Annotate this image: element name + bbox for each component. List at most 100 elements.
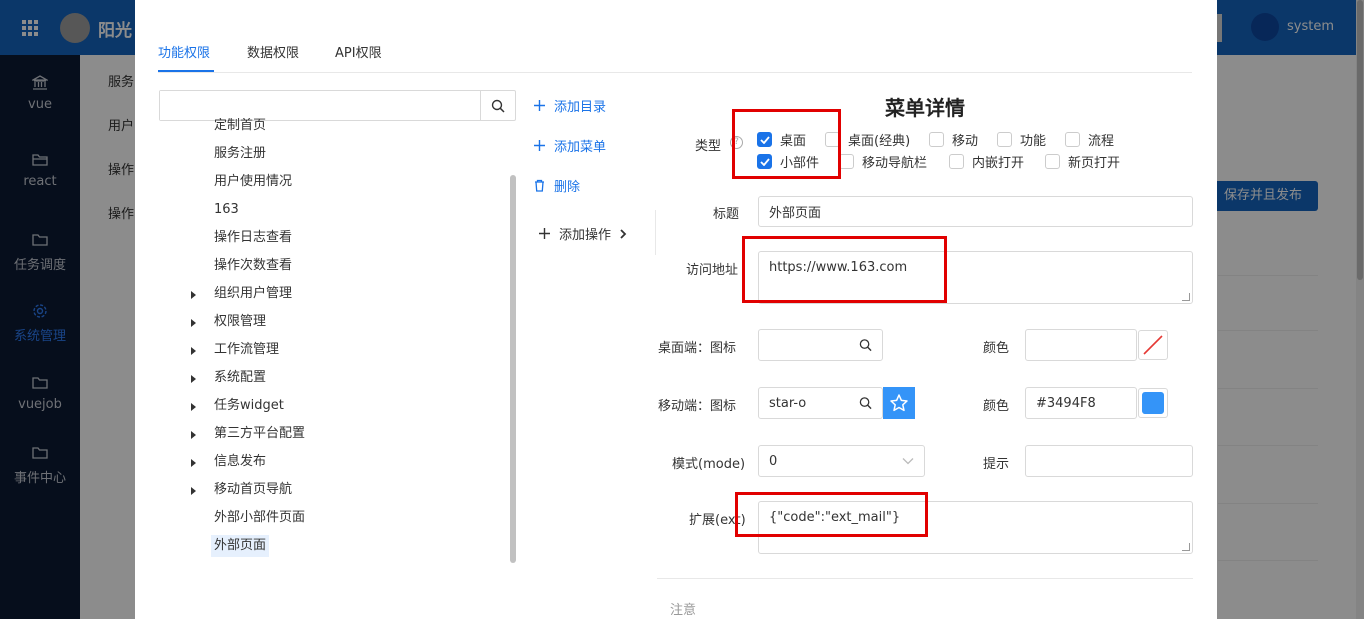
add-menu-label: 添加菜单 [554,140,607,155]
tree-item-selected[interactable]: 外部页面 [159,535,499,557]
plus-icon [534,140,545,151]
checkbox[interactable] [839,154,854,169]
tab-data-permissions[interactable]: 数据权限 [247,42,299,61]
checkbox-label: 移动 [952,134,979,149]
search-icon [491,99,505,113]
url-label: 访问地址 [686,263,739,278]
expand-arrow-icon[interactable] [191,431,196,439]
resize-handle[interactable] [1182,543,1190,551]
tree-item[interactable]: 任务widget [159,395,499,417]
mobile-icon-value: star-o [769,395,807,411]
title-input-value: 外部页面 [769,206,822,221]
type-checkbox-mobile-navbar[interactable]: 移动导航栏 [839,152,927,171]
expand-arrow-icon[interactable] [191,487,196,495]
expand-arrow-icon[interactable] [191,375,196,383]
mobile-color-picker[interactable] [1138,388,1168,418]
mobile-icon-input[interactable]: star-o [758,387,883,419]
checkbox[interactable] [949,154,964,169]
tree-item-label: 系统配置 [214,370,267,385]
tree-item-label: 操作日志查看 [214,230,293,245]
tree-item[interactable]: 工作流管理 [159,339,499,361]
tree-item[interactable]: 用户使用情况 [159,171,499,193]
tree-item-label: 定制首页 [214,118,267,133]
search-icon[interactable] [859,339,872,352]
checkbox[interactable] [1065,132,1080,147]
expand-arrow-icon[interactable] [191,291,196,299]
tree-item[interactable]: 信息发布 [159,451,499,473]
type-checkbox-workflow[interactable]: 流程 [1065,130,1114,149]
add-menu-button[interactable]: 添加菜单 [533,136,606,155]
tree-item[interactable]: 操作日志查看 [159,227,499,249]
tree-item-label: 工作流管理 [214,342,280,357]
tree-item-label: 操作次数查看 [214,258,293,273]
tree-item[interactable]: 163 [159,199,499,221]
tab-function-permissions[interactable]: 功能权限 [158,42,210,61]
delete-button[interactable]: 删除 [533,176,580,195]
tab-api-permissions[interactable]: API权限 [335,42,382,61]
expand-arrow-icon[interactable] [191,347,196,355]
hint-input[interactable] [1025,445,1193,477]
mode-label: 模式(mode) [672,457,746,472]
expand-arrow-icon[interactable] [191,459,196,467]
type-checkbox-embedded-open[interactable]: 内嵌打开 [949,152,1024,171]
plus-icon [534,100,545,111]
delete-label: 删除 [554,180,581,195]
checkbox[interactable] [929,132,944,147]
tree-item[interactable]: 权限管理 [159,311,499,333]
resize-handle[interactable] [1182,293,1190,301]
permission-dialog: 功能权限 数据权限 API权限 定制首页 服务注册 用户使用情况 163 操作日… [135,0,1217,619]
add-directory-button[interactable]: 添加目录 [533,96,606,115]
expand-arrow-icon[interactable] [191,403,196,411]
highlight-box [732,109,841,179]
checkbox[interactable] [997,132,1012,147]
desktop-icon-input[interactable] [758,329,883,361]
star-icon-preview[interactable] [883,387,915,419]
tree-item-label: 信息发布 [214,454,267,469]
desktop-icon-label: 桌面端：图标 [658,341,737,356]
tree-item-label: 组织用户管理 [214,286,293,301]
expand-arrow-icon[interactable] [191,319,196,327]
mobile-color-value: #3494F8 [1036,395,1096,411]
mode-select-value: 0 [769,453,778,469]
checkbox-label: 新页打开 [1068,156,1121,171]
plus-icon [539,228,550,239]
tree-item[interactable]: 操作次数查看 [159,255,499,277]
checkbox-label: 内嵌打开 [972,156,1025,171]
tree-item[interactable]: 系统配置 [159,367,499,389]
type-checkbox-function[interactable]: 功能 [997,130,1046,149]
add-operation-label: 添加操作 [559,228,612,243]
type-checkbox-mobile[interactable]: 移动 [929,130,978,149]
mode-select[interactable]: 0 [758,445,925,477]
tree-item[interactable]: 组织用户管理 [159,283,499,305]
checkbox[interactable] [1045,154,1060,169]
tree-item[interactable]: 移动首页导航 [159,479,499,501]
tree-item[interactable]: 第三方平台配置 [159,423,499,445]
type-checkbox-new-page-open[interactable]: 新页打开 [1045,152,1120,171]
tree-search-button[interactable] [480,91,515,120]
tree-item-label: 服务注册 [214,146,267,161]
search-icon[interactable] [859,397,872,410]
desktop-color-label: 颜色 [983,341,1010,356]
desktop-color-input[interactable] [1025,329,1137,361]
tree-item-label: 移动首页导航 [214,482,293,497]
mobile-color-input[interactable]: #3494F8 [1025,387,1137,419]
tree-item[interactable]: 定制首页 [159,118,499,137]
tree-item-label: 外部页面 [211,535,270,557]
tree-item[interactable]: 外部小部件页面 [159,507,499,529]
add-operation-button[interactable]: 添加操作 [538,224,627,243]
highlight-box [742,236,947,303]
title-input[interactable]: 外部页面 [758,196,1193,227]
tree-search-input[interactable] [160,91,480,120]
tree-item-label: 权限管理 [214,314,267,329]
checkbox-label: 移动导航栏 [862,156,928,171]
type-label: 类型 [695,139,722,154]
desktop-color-picker[interactable] [1138,330,1168,360]
divider [657,578,1193,579]
active-tab-indicator [158,70,214,72]
tree-item-label: 任务widget [214,398,284,413]
checkbox-label: 流程 [1088,134,1115,149]
tab-bar: 功能权限 数据权限 API权限 [158,42,1192,73]
tree-scrollbar[interactable] [510,175,516,563]
tree-item[interactable]: 服务注册 [159,143,499,165]
star-icon [890,394,908,412]
